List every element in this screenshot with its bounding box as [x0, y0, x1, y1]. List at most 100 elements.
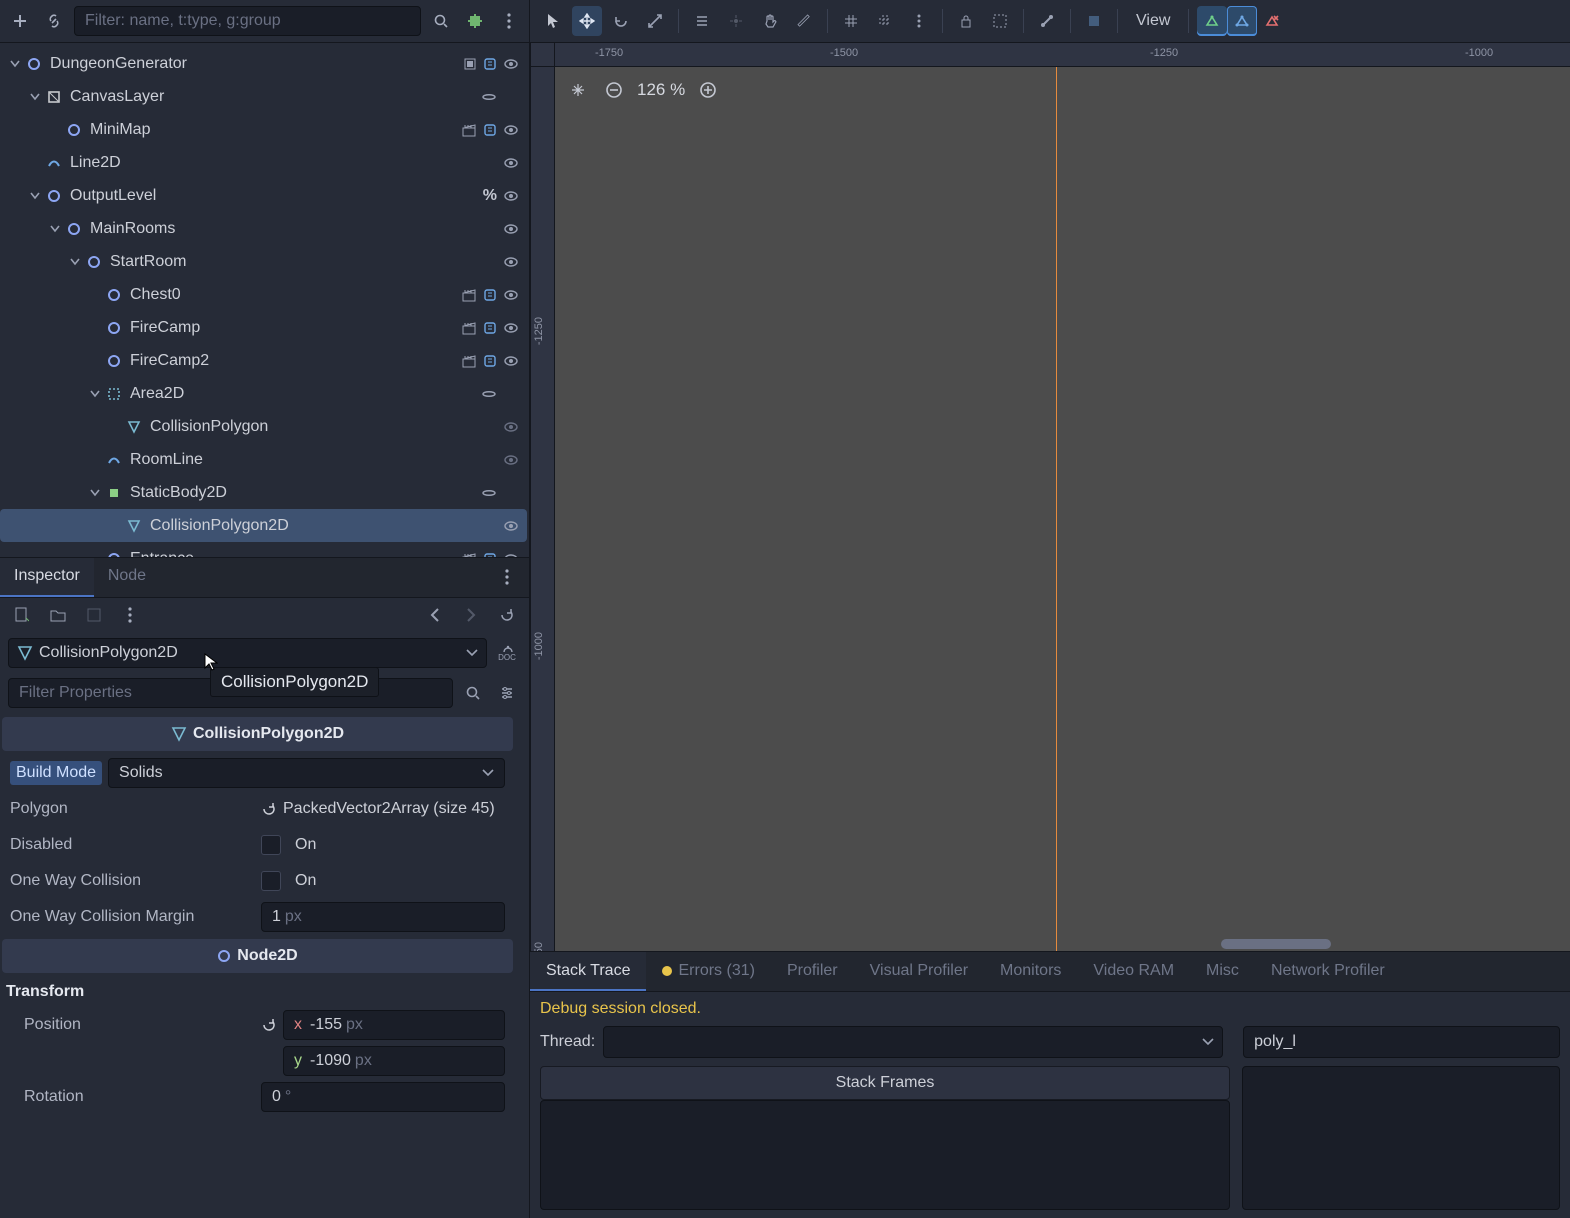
clap-icon[interactable] [461, 123, 477, 137]
inspector-extra-menu-icon[interactable] [116, 601, 144, 629]
view-menu-label[interactable]: View [1126, 12, 1180, 30]
tree-row[interactable]: MiniMap [0, 113, 527, 146]
tab-video-ram[interactable]: Video RAM [1077, 952, 1190, 991]
eye-icon[interactable] [503, 288, 519, 302]
eye-icon[interactable] [503, 123, 519, 137]
clap-icon[interactable] [461, 321, 477, 335]
eye-icon[interactable] [503, 354, 519, 368]
viewport-canvas[interactable]: -1750-1500-1250-1000 -1250-1000-750 126 … [530, 43, 1570, 951]
zoom-out-icon[interactable] [601, 77, 627, 103]
save-icon[interactable] [80, 601, 108, 629]
rotate-tool-icon[interactable] [606, 6, 636, 36]
debug-variable-box[interactable]: poly_l [1243, 1026, 1560, 1058]
blank-icon[interactable] [503, 484, 519, 502]
transform-subheader[interactable]: Transform [0, 977, 515, 1007]
history-refresh-icon[interactable] [493, 601, 521, 629]
zoom-reset-icon[interactable] [565, 77, 591, 103]
tree-row[interactable]: RoomLine [0, 443, 527, 476]
build-mode-select[interactable]: Solids [108, 758, 505, 788]
open-folder-icon[interactable] [44, 601, 72, 629]
owc-checkbox[interactable] [261, 871, 281, 891]
wrap-icon[interactable] [481, 487, 497, 499]
tree-row[interactable]: Entrance [0, 542, 527, 557]
add-node-icon[interactable] [6, 7, 34, 35]
eyeh-icon[interactable] [503, 420, 519, 434]
tree-row[interactable]: FireCamp2 [0, 344, 527, 377]
snap-smart-icon[interactable] [870, 6, 900, 36]
tree-row[interactable]: FireCamp [0, 311, 527, 344]
tree-row[interactable]: Chest0 [0, 278, 527, 311]
lock-icon[interactable] [951, 6, 981, 36]
variables-list[interactable] [1242, 1066, 1560, 1210]
script-icon[interactable] [483, 321, 497, 335]
snap-menu-icon[interactable] [904, 6, 934, 36]
blank-icon[interactable] [503, 88, 519, 106]
ruler-horizontal[interactable]: -1750-1500-1250-1000 [555, 43, 1570, 67]
eye-icon[interactable] [503, 156, 519, 170]
doc-icon[interactable]: DOC [493, 639, 521, 667]
script-icon[interactable] [483, 288, 497, 302]
eye-icon[interactable] [503, 57, 519, 71]
history-back-icon[interactable] [421, 601, 449, 629]
zoom-in-icon[interactable] [695, 77, 721, 103]
history-fwd-icon[interactable] [457, 601, 485, 629]
script-icon[interactable] [483, 123, 497, 137]
expand-icon[interactable] [66, 258, 84, 266]
eyeh-icon[interactable] [503, 453, 519, 467]
poly-create-icon[interactable] [1197, 6, 1227, 36]
anim-icon[interactable] [463, 57, 477, 71]
list-tool-icon[interactable] [687, 6, 717, 36]
scene-menu-icon[interactable] [495, 7, 523, 35]
tab-node[interactable]: Node [94, 558, 160, 597]
tree-row[interactable]: StartRoom [0, 245, 527, 278]
scene-tree[interactable]: DungeonGeneratorCanvasLayerMiniMapLine2D… [0, 43, 529, 557]
wrap-icon[interactable] [481, 91, 497, 103]
tab-network-profiler[interactable]: Network Profiler [1255, 952, 1401, 991]
script-icon[interactable] [483, 354, 497, 368]
tab-monitors[interactable]: Monitors [984, 952, 1077, 991]
disabled-checkbox[interactable] [261, 835, 281, 855]
eye-icon[interactable] [503, 255, 519, 269]
pct-icon[interactable]: % [483, 187, 497, 205]
thread-select[interactable] [603, 1026, 1223, 1058]
expand-icon[interactable] [86, 489, 104, 497]
inspector-filter-settings-icon[interactable] [493, 679, 521, 707]
inspector-node2d-header[interactable]: Node2D [2, 939, 513, 973]
poly-delete-icon[interactable] [1257, 6, 1287, 36]
tree-row[interactable]: DungeonGenerator [0, 47, 527, 80]
stack-frames-list[interactable] [540, 1100, 1230, 1210]
inspector-body[interactable]: CollisionPolygon2D Build Mode Solids Pol… [0, 713, 529, 1218]
horizontal-scrollbar[interactable] [1221, 939, 1331, 949]
move-tool-icon[interactable] [572, 6, 602, 36]
poly-edit-icon[interactable] [1227, 6, 1257, 36]
tab-stack-trace[interactable]: Stack Trace [530, 952, 646, 991]
position-y-box[interactable]: y-1090 px [283, 1046, 505, 1076]
scene-filter-input[interactable] [74, 6, 421, 36]
expand-icon[interactable] [46, 225, 64, 233]
scale-tool-icon[interactable] [640, 6, 670, 36]
skeleton-tool-icon[interactable] [1079, 6, 1109, 36]
tree-row[interactable]: OutputLevel% [0, 179, 527, 212]
tab-profiler[interactable]: Profiler [771, 952, 854, 991]
wrap-icon[interactable] [481, 388, 497, 400]
tab-inspector[interactable]: Inspector [0, 558, 94, 597]
position-x-box[interactable]: x-155 px [283, 1010, 505, 1040]
zoom-text[interactable]: 126 % [637, 80, 685, 100]
revert-icon[interactable] [261, 801, 277, 817]
tab-errors[interactable]: Errors (31) [646, 952, 770, 991]
inspector-filter-search-icon[interactable] [459, 679, 487, 707]
group-icon[interactable] [985, 6, 1015, 36]
search-icon[interactable] [427, 7, 455, 35]
scene-tool-icon[interactable] [461, 7, 489, 35]
owcm-value-box[interactable]: 1 px [261, 902, 505, 932]
inspector-object-select[interactable]: CollisionPolygon2D [8, 638, 487, 668]
tab-visual-profiler[interactable]: Visual Profiler [854, 952, 984, 991]
snap-grid-icon[interactable] [836, 6, 866, 36]
pivot-tool-icon[interactable] [721, 6, 751, 36]
ruler-tool-icon[interactable] [789, 6, 819, 36]
bone-tool-icon[interactable] [1032, 6, 1062, 36]
tree-row[interactable]: MainRooms [0, 212, 527, 245]
expand-icon[interactable] [26, 192, 44, 200]
tree-row[interactable]: CollisionPolygon [0, 410, 527, 443]
tab-misc[interactable]: Misc [1190, 952, 1255, 991]
